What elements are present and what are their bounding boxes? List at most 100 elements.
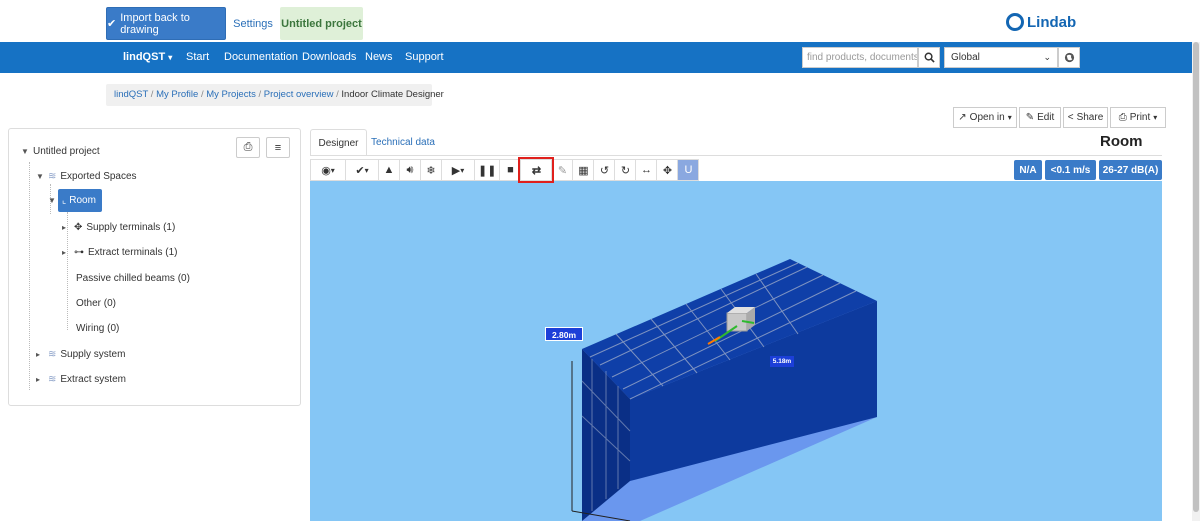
warning-button[interactable]: ▲ [378, 159, 400, 181]
top-bar: ✔ Import back to drawing Settings Untitl… [0, 0, 1200, 42]
3d-viewport[interactable]: 2.80m 5.18m [310, 181, 1162, 521]
tree-menu-button[interactable]: ≡ [266, 137, 290, 158]
share-button[interactable]: < Share [1063, 107, 1108, 128]
breadcrumb-link-profile[interactable]: My Profile [156, 89, 198, 100]
project-name-button[interactable]: Untitled project [280, 7, 363, 40]
caret-down-icon: ▼ [48, 195, 56, 205]
tree-room-arrow[interactable]: ▼ [48, 192, 56, 208]
tree-passive-beams[interactable]: Passive chilled beams (0) [76, 270, 190, 286]
rotate-left-button[interactable]: ↺ [593, 159, 616, 181]
chevron-down-icon: ⌄ [1043, 52, 1051, 62]
tree-supply-terminals[interactable]: ▸ ✥ Supply terminals (1) [62, 219, 175, 235]
printer-icon: ⎙ [1118, 112, 1127, 123]
main-navbar: lindQST ▾ Start Documentation Downloads … [0, 42, 1192, 73]
region-select[interactable]: Global ⌄ [944, 47, 1058, 68]
sound-level-badge: 26-27 dB(A) [1099, 160, 1162, 180]
grid-button[interactable]: ▦ [572, 159, 595, 181]
view-dropdown-button[interactable]: ◉ ▾ [310, 159, 346, 181]
search-button[interactable] [918, 47, 940, 68]
caret-down-icon: ▾ [168, 53, 173, 62]
move-button[interactable]: ✥ [656, 159, 679, 181]
layers-icon: ≋ [48, 373, 57, 385]
tab-designer[interactable]: Designer [310, 129, 367, 156]
swap-button[interactable]: ⇄ [518, 157, 555, 183]
stop-icon: ■ [507, 164, 514, 176]
pencil-icon: ✎ [1025, 112, 1035, 123]
nav-item-downloads[interactable]: Downloads [302, 42, 356, 73]
caret-right-icon: ▸ [36, 374, 41, 384]
printer-icon: ⎙ [243, 141, 253, 153]
height-dimension-label: 2.80m [545, 327, 583, 341]
check-icon: ✔ [107, 18, 117, 30]
nav-item-start[interactable]: Start [186, 42, 209, 73]
tree-extract-system[interactable]: ▸ ≋ Extract system [36, 371, 126, 387]
tree-extract-terminals[interactable]: ▸ ⊶ Extract terminals (1) [62, 244, 177, 260]
lindab-logo[interactable]: Lindab [1006, 11, 1076, 33]
caret-down-icon: ▾ [330, 165, 335, 175]
tab-technical-data[interactable]: Technical data [368, 129, 438, 156]
breadcrumb-link-lindqst[interactable]: lindQST [114, 89, 148, 100]
print-button[interactable]: ⎙ Print ▾ [1110, 107, 1166, 128]
settings-button[interactable]: Settings [228, 7, 278, 40]
lindab-logo-icon [1006, 13, 1024, 31]
play-dropdown-button[interactable]: ▶ ▾ [441, 159, 475, 181]
designer-toolbar: ◉ ▾ ✔ ▾ ▲ 🔊︎ ❄ ▶ ▾ ❚❚ ■ ⇄ ✎ ▦ ↺ ↻ ↔ ✥ U [310, 157, 700, 183]
draw-button[interactable]: ✎ [551, 159, 574, 181]
pause-icon: ❚❚ [478, 164, 497, 177]
tree-supply-system[interactable]: ▸ ≋ Supply system [36, 346, 125, 362]
magnet-icon: U [684, 164, 693, 176]
project-tree-panel: ⎙ ≡ ▼ Untitled project ▼ ≋ Exported Spac… [8, 128, 301, 406]
room-title: Room [1100, 133, 1143, 150]
tab-divider [310, 155, 1162, 156]
supply-terminal-icon: ✥ [74, 221, 83, 233]
tree-root[interactable]: ▼ Untitled project [21, 143, 100, 159]
pause-button[interactable]: ❚❚ [474, 159, 501, 181]
search-icon [924, 52, 935, 63]
cooling-button[interactable]: ❄ [420, 159, 442, 181]
caret-down-icon: ▾ [460, 165, 465, 175]
tree-other[interactable]: Other (0) [76, 295, 116, 311]
caret-down-icon: ▼ [36, 171, 44, 181]
search-input[interactable]: find products, documents et [802, 47, 918, 68]
globe-icon [1064, 52, 1074, 63]
check-icon: ✔ [355, 164, 365, 177]
measure-button[interactable]: ↔ [635, 159, 658, 181]
room-3d-render [571, 259, 877, 521]
page-scrollbar[interactable] [1192, 42, 1200, 521]
move-icon: ✥ [662, 164, 673, 177]
tree-exported-spaces[interactable]: ▼ ≋ Exported Spaces [36, 168, 137, 184]
rotate-right-button[interactable]: ↻ [614, 159, 637, 181]
breadcrumb-link-projects[interactable]: My Projects [206, 89, 256, 100]
tree-wiring[interactable]: Wiring (0) [76, 320, 119, 336]
stop-button[interactable]: ■ [499, 159, 522, 181]
open-in-button[interactable]: ↗ Open in ▾ [953, 107, 1017, 128]
nav-item-support[interactable]: Support [405, 42, 444, 73]
horizontal-arrows-icon: ↔ [640, 164, 652, 176]
caret-right-icon: ▸ [36, 349, 41, 359]
room-icon: ⌞ [62, 195, 67, 205]
caret-down-icon: ▾ [1007, 113, 1012, 122]
breadcrumb-link-overview[interactable]: Project overview [264, 89, 334, 100]
warning-icon: ▲ [383, 164, 395, 176]
sound-button[interactable]: 🔊︎ [399, 159, 421, 181]
rotate-left-icon: ↺ [599, 164, 610, 177]
breadcrumb-current: Indoor Climate Designer [341, 89, 444, 100]
edit-button[interactable]: ✎ Edit [1019, 107, 1061, 128]
nav-item-news[interactable]: News [365, 42, 393, 73]
layers-icon: ≋ [48, 348, 57, 360]
nav-brand-menu[interactable]: lindQST ▾ [123, 42, 172, 73]
layers-icon: ≋ [48, 170, 57, 182]
velocity-badge: <0.1 m/s [1045, 160, 1096, 180]
breadcrumb: lindQST / My Profile / My Projects / Pro… [106, 84, 444, 106]
caret-right-icon: ▸ [62, 247, 67, 257]
caret-down-icon: ▾ [1153, 113, 1158, 122]
globe-button[interactable] [1058, 47, 1080, 68]
grid-icon: ▦ [578, 164, 589, 177]
check-dropdown-button[interactable]: ✔ ▾ [345, 159, 379, 181]
width-dimension-label: 5.18m [770, 356, 794, 367]
nav-item-documentation[interactable]: Documentation [224, 42, 298, 73]
import-back-button[interactable]: ✔ Import back to drawing [106, 7, 226, 40]
magnet-button[interactable]: U [677, 159, 700, 181]
tree-print-button[interactable]: ⎙ [236, 137, 260, 158]
tree-room[interactable]: ⌞ Room [58, 189, 102, 212]
